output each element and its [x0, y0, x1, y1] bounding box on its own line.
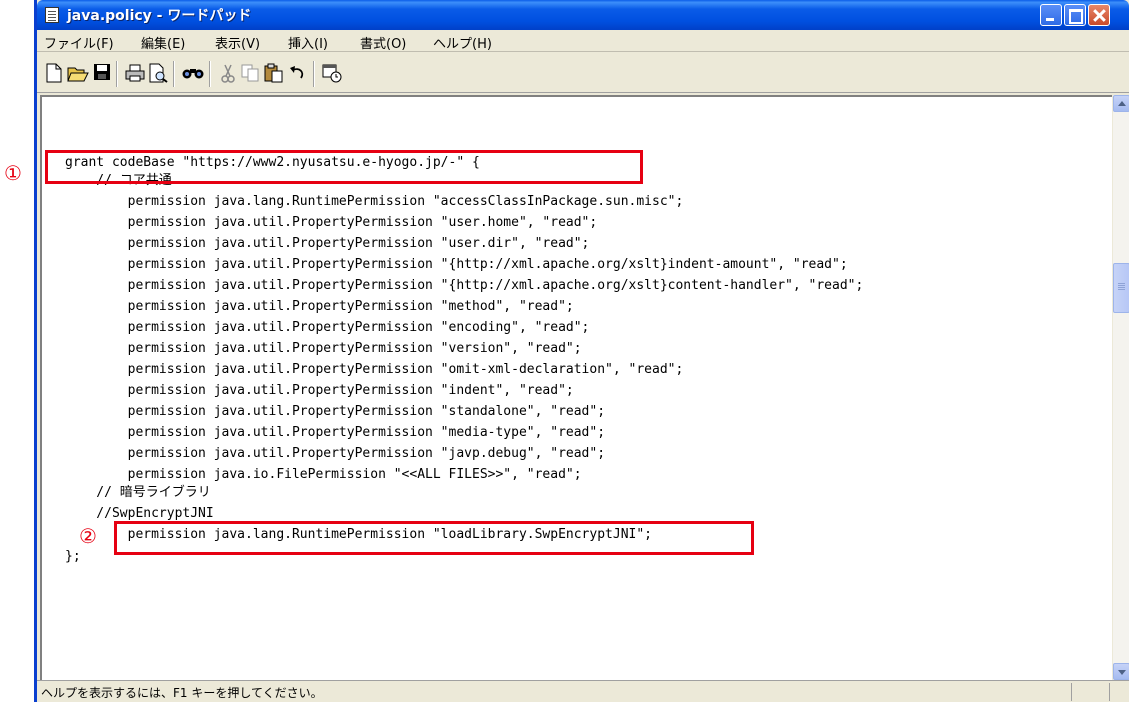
- save-icon[interactable]: [92, 63, 112, 83]
- maximize-button[interactable]: [1064, 4, 1086, 26]
- code-line: permission java.util.PropertyPermission …: [65, 299, 574, 314]
- paste-icon[interactable]: [264, 63, 284, 83]
- code-line: permission java.util.PropertyPermission …: [65, 404, 606, 419]
- close-button[interactable]: [1088, 4, 1110, 26]
- menu-help[interactable]: ヘルプ(H): [433, 33, 492, 52]
- menu-view[interactable]: 表示(V): [215, 33, 260, 52]
- toolbar: [37, 53, 1129, 93]
- highlight-box-filepermission: [114, 521, 754, 555]
- open-icon[interactable]: [67, 63, 89, 83]
- code-line: permission java.util.PropertyPermission …: [65, 257, 848, 272]
- code-line: permission java.util.PropertyPermission …: [65, 446, 606, 461]
- code-line: permission java.lang.RuntimePermission "…: [65, 194, 684, 209]
- toolbar-separator: [173, 61, 175, 87]
- menu-file[interactable]: ファイル(F): [44, 33, 114, 52]
- menu-bar: ファイル(F) 編集(E) 表示(V) 挿入(I) 書式(O) ヘルプ(H): [37, 30, 1129, 52]
- undo-icon[interactable]: [287, 63, 307, 83]
- menu-insert[interactable]: 挿入(I): [288, 33, 328, 52]
- status-pane-divider: [1109, 683, 1110, 701]
- scroll-up-icon[interactable]: [1113, 95, 1129, 112]
- code-line: };: [65, 549, 81, 564]
- code-line: permission java.util.PropertyPermission …: [65, 362, 684, 377]
- scroll-thumb[interactable]: [1113, 263, 1129, 313]
- code-line: permission java.util.PropertyPermission …: [65, 278, 864, 293]
- copy-icon[interactable]: [241, 63, 261, 83]
- window-title: java.policy - ワードパッド: [67, 8, 252, 24]
- vertical-scrollbar[interactable]: [1112, 95, 1129, 680]
- status-pane-divider: [1071, 683, 1072, 701]
- menu-format[interactable]: 書式(O): [360, 33, 406, 52]
- code-line: permission java.util.PropertyPermission …: [65, 383, 574, 398]
- toolbar-separator: [313, 61, 315, 87]
- cut-icon[interactable]: [218, 63, 238, 83]
- minimize-button[interactable]: [1040, 4, 1062, 26]
- highlight-box-grant: [45, 150, 643, 184]
- title-bar[interactable]: java.policy - ワードパッド: [37, 0, 1129, 30]
- code-line: permission java.io.FilePermission "<<ALL…: [65, 467, 582, 482]
- document-icon[interactable]: [45, 7, 59, 23]
- wordpad-window: java.policy - ワードパッド ファイル(F) 編集(E) 表示(V)…: [34, 0, 1129, 702]
- status-bar: ヘルプを表示するには、F1 キーを押してください。: [37, 680, 1129, 702]
- code-line: // 暗号ライブラリ: [65, 485, 211, 500]
- code-line: permission java.util.PropertyPermission …: [65, 341, 582, 356]
- code-line: permission java.util.PropertyPermission …: [65, 425, 606, 440]
- toolbar-separator: [209, 61, 211, 87]
- find-icon[interactable]: [182, 63, 204, 83]
- insert-datetime-icon[interactable]: [322, 63, 342, 83]
- code-line: permission java.util.PropertyPermission …: [65, 236, 590, 251]
- annotation-marker-2: ②: [79, 524, 97, 548]
- print-icon[interactable]: [125, 63, 145, 83]
- scroll-down-icon[interactable]: [1113, 663, 1129, 680]
- new-icon[interactable]: [44, 63, 64, 83]
- status-text: ヘルプを表示するには、F1 キーを押してください。: [41, 686, 323, 700]
- code-line: permission java.util.PropertyPermission …: [65, 215, 598, 230]
- toolbar-separator: [116, 61, 118, 87]
- code-line: permission java.util.PropertyPermission …: [65, 320, 590, 335]
- print-preview-icon[interactable]: [148, 63, 168, 83]
- annotation-marker-1: ①: [4, 161, 22, 185]
- menu-edit[interactable]: 編集(E): [141, 33, 185, 52]
